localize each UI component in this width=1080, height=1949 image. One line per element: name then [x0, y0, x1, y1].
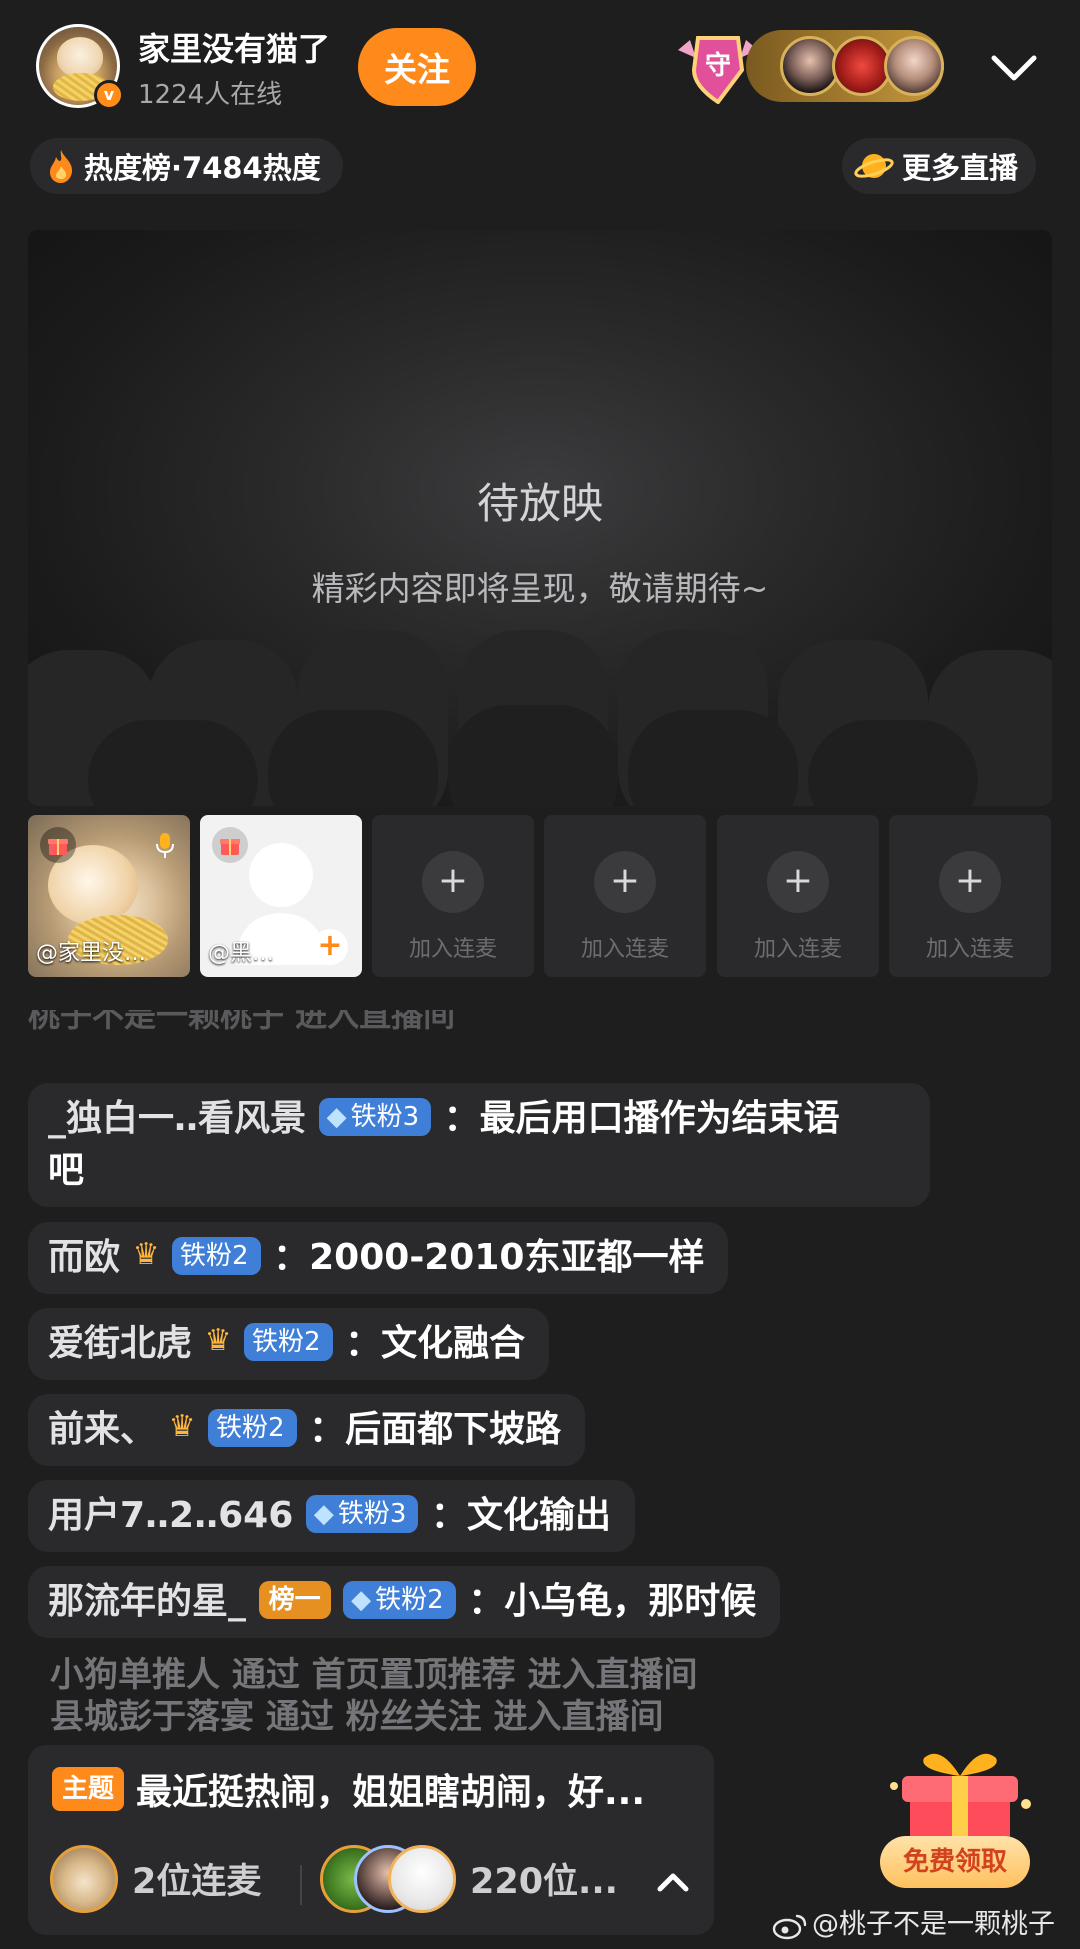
- more-live-label: 更多直播: [902, 151, 1019, 185]
- chat-message[interactable]: 而欧 ♛ 铁粉2 ：2000-2010东亚都一样: [28, 1222, 729, 1294]
- fan-badge: 铁粉2: [208, 1409, 297, 1447]
- viewer-count: 220位...: [470, 1862, 618, 1902]
- crown-icon: ♛: [132, 1237, 160, 1272]
- verified-icon: v: [94, 80, 124, 110]
- hot-rank-pill[interactable]: 热度榜·7484热度: [30, 138, 343, 194]
- fan-badge: 铁粉2: [244, 1323, 333, 1361]
- chat-username[interactable]: 那流年的星_: [48, 1581, 246, 1622]
- flame-icon: [50, 150, 73, 183]
- chat-faded-line: 桃子不是一颗桃子 进入直播间: [28, 1010, 456, 1034]
- join-mic-label: 加入连麦: [753, 937, 842, 962]
- chat-username[interactable]: 而欧: [48, 1237, 120, 1278]
- chevron-down-icon[interactable]: [986, 40, 1042, 96]
- online-count: 1224人在线: [138, 80, 283, 110]
- chat-message[interactable]: 用户7‥2‥646 ◆ 铁粉3 ：文化输出: [28, 1480, 635, 1552]
- chat-text: 后面都下坡路: [345, 1409, 562, 1450]
- fan-badge: ◆ 铁粉3: [305, 1495, 419, 1533]
- host-name[interactable]: 家里没有猫了: [138, 24, 330, 70]
- topic-tag: 主题: [52, 1767, 125, 1811]
- fan-badge: ◆ 铁粉2: [343, 1581, 456, 1619]
- viewer-avatar: [780, 36, 840, 96]
- mic-slot-empty[interactable]: + 加入连麦: [717, 815, 879, 977]
- plus-icon: +: [767, 851, 829, 913]
- join-mic-label: 加入连麦: [580, 937, 669, 962]
- plus-icon: +: [422, 851, 484, 913]
- plus-icon: +: [594, 851, 656, 913]
- microphone-icon: [156, 833, 174, 858]
- chat-username[interactable]: _独白一‥看风景: [48, 1098, 306, 1139]
- watermark: @桃子不是一颗桃子: [772, 1902, 1055, 1941]
- chat-text: 2000-2010东亚都一样: [309, 1237, 705, 1278]
- chat-username[interactable]: 前来、: [48, 1409, 156, 1450]
- chat-text-continued: 吧: [48, 1150, 85, 1191]
- video-subtitle: 精彩内容即将呈现，敬请期待~: [311, 569, 769, 608]
- plus-icon: +: [939, 851, 1001, 913]
- mic-slot-host-name: @家里没…: [36, 941, 147, 966]
- crown-icon: ♛: [168, 1409, 196, 1444]
- chat-message[interactable]: 那流年的星_ 榜一 ◆ 铁粉2 ：小乌龟，那时候: [28, 1566, 781, 1638]
- svg-text:守: 守: [705, 50, 731, 81]
- planet-icon: [854, 154, 894, 178]
- chat-text: 小乌龟，那时候: [504, 1581, 757, 1622]
- viewer-avatar: [832, 36, 892, 96]
- host-mini-avatar: [50, 1845, 118, 1913]
- fan-badge: ◆ 铁粉3: [318, 1098, 432, 1136]
- mic-slot-empty[interactable]: + 加入连麦: [372, 815, 534, 977]
- video-player[interactable]: 待放映 精彩内容即将呈现，敬请期待~: [28, 230, 1052, 806]
- join-mic-label: 加入连麦: [408, 937, 497, 962]
- fan-badge: 铁粉2: [172, 1237, 261, 1275]
- mic-slot-guest-name: @黑…: [208, 941, 275, 966]
- chevron-up-icon[interactable]: [650, 1859, 696, 1905]
- cat-image: [57, 37, 103, 77]
- chat-text: 文化融合: [381, 1323, 526, 1364]
- join-mic-label: 加入连麦: [925, 937, 1014, 962]
- system-message: 县城彭于落宴 通过 粉丝关注 进入直播间: [50, 1697, 664, 1737]
- free-claim-button[interactable]: 免费领取: [880, 1836, 1030, 1888]
- chat-message[interactable]: 爱街北虎 ♛ 铁粉2 ：文化融合: [28, 1308, 550, 1380]
- chat-text: 最后用口播作为结束语: [479, 1098, 840, 1139]
- chat-username[interactable]: 爱街北虎: [48, 1323, 192, 1364]
- hot-rank-label: 热度榜·7484热度: [84, 151, 321, 185]
- chat-text: 文化输出: [466, 1495, 611, 1536]
- mic-slot-host[interactable]: @家里没…: [28, 815, 190, 977]
- video-title: 待放映: [476, 479, 603, 528]
- gift-icon: [40, 827, 76, 863]
- mic-slot-guest[interactable]: @黑… +: [200, 815, 362, 977]
- top-rank-badge: 榜一: [258, 1581, 331, 1619]
- chat-username[interactable]: 用户7‥2‥646: [48, 1495, 293, 1536]
- chat-message[interactable]: _独白一‥看风景 ◆ 铁粉3 ：最后用口播作为结束语 吧: [28, 1083, 930, 1207]
- mic-slot-empty[interactable]: + 加入连麦: [889, 815, 1051, 977]
- viewer-avatar: [388, 1845, 456, 1913]
- top-viewers[interactable]: [746, 30, 944, 102]
- mic-count: 2位连麦: [132, 1862, 262, 1902]
- chat-message[interactable]: 前来、 ♛ 铁粉2 ：后面都下坡路: [28, 1394, 586, 1466]
- topic-panel[interactable]: 主题 最近挺热闹，姐姐瞎胡闹，好... 2位连麦 220位...: [28, 1745, 714, 1935]
- crown-icon: ♛: [204, 1323, 232, 1358]
- follow-button[interactable]: 关注: [358, 28, 476, 106]
- weibo-logo-icon: [772, 1914, 807, 1939]
- viewer-avatar: [884, 36, 944, 96]
- mic-slot-empty[interactable]: + 加入连麦: [544, 815, 706, 977]
- host-avatar[interactable]: v: [36, 24, 124, 110]
- more-live-button[interactable]: 更多直播: [842, 138, 1037, 194]
- topic-text: 最近挺热闹，姐姐瞎胡闹，好...: [136, 1772, 646, 1813]
- add-follow-icon[interactable]: +: [312, 929, 348, 965]
